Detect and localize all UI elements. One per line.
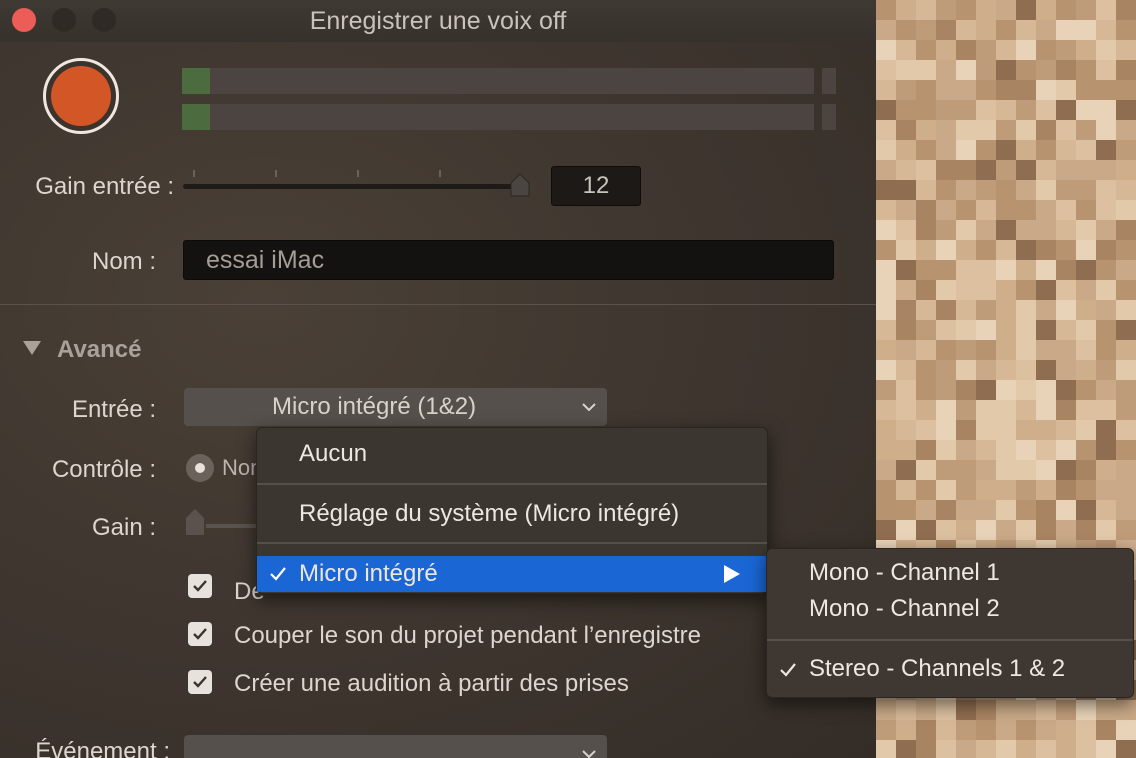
monitor-gain-thumb[interactable]	[184, 508, 206, 536]
name-label: Nom :	[91, 248, 156, 275]
peak-indicator-left	[822, 68, 836, 94]
monitor-label: Contrôle :	[51, 456, 156, 483]
monitor-gain-label: Gain :	[91, 514, 156, 541]
input-popup[interactable]: Micro intégré (1&2)	[184, 388, 607, 426]
submenu-arrow-icon	[724, 565, 740, 583]
submenu-item-stereo[interactable]: Stereo - Channels 1 & 2	[809, 655, 1065, 683]
input-label: Entrée :	[71, 396, 156, 423]
level-meter-left	[182, 68, 814, 94]
menu-separator	[257, 483, 767, 485]
record-icon	[51, 66, 111, 126]
gain-value-field[interactable]: 12	[551, 166, 641, 206]
checkbox-3[interactable]	[188, 670, 212, 694]
advanced-section-label[interactable]: Avancé	[57, 336, 142, 364]
checkbox-2[interactable]	[188, 622, 212, 646]
disclosure-triangle-icon[interactable]	[22, 340, 42, 356]
checkmark-icon	[780, 663, 796, 677]
checkbox-3-label: Créer une audition à partir des prises	[234, 670, 629, 697]
gain-slider-thumb[interactable]	[509, 173, 531, 197]
chevron-down-icon	[582, 750, 596, 758]
menu-separator	[257, 542, 767, 544]
chevron-down-icon	[582, 403, 596, 412]
checkbox-2-label: Couper le son du projet pendant l’enregi…	[234, 622, 701, 649]
checkbox-1[interactable]	[188, 574, 212, 598]
checkmark-icon	[193, 676, 207, 688]
menu-item-builtin-mic-label: Micro intégré	[299, 560, 438, 587]
submenu-item-mono-1[interactable]: Mono - Channel 1	[809, 559, 1000, 587]
divider	[0, 304, 876, 305]
slider-tick	[275, 170, 277, 177]
record-button[interactable]	[43, 58, 119, 134]
slider-tick	[193, 170, 195, 177]
peak-indicator-right	[822, 104, 836, 130]
checkmark-icon	[193, 628, 207, 640]
menu-item-builtin-mic[interactable]: Micro intégré	[257, 556, 767, 592]
monitor-radio[interactable]	[186, 454, 214, 482]
event-popup[interactable]	[184, 735, 607, 758]
voiceover-panel: Enregistrer une voix off Gain entrée : 1…	[0, 0, 876, 758]
slider-tick	[439, 170, 441, 177]
input-dropdown-menu: Aucun Réglage du système (Micro intégré)…	[256, 427, 768, 594]
checkmark-icon	[270, 567, 286, 581]
gain-label: Gain entrée :	[35, 173, 174, 200]
gain-slider-track[interactable]	[183, 184, 513, 189]
channel-submenu: Mono - Channel 1 Mono - Channel 2 Stereo…	[766, 548, 1134, 698]
menu-item-none[interactable]: Aucun	[299, 440, 367, 468]
window-title: Enregistrer une voix off	[309, 7, 567, 35]
event-label: Événement :	[35, 738, 170, 758]
level-meter-right	[182, 104, 814, 130]
slider-tick	[357, 170, 359, 177]
checkmark-icon	[193, 580, 207, 592]
input-popup-value: Micro intégré (1&2)	[272, 393, 477, 420]
name-input[interactable]: essai iMac	[183, 240, 834, 280]
submenu-item-mono-2[interactable]: Mono - Channel 2	[809, 595, 1000, 623]
title-bar: Enregistrer une voix off	[0, 0, 876, 42]
menu-separator	[767, 639, 1133, 641]
menu-item-system-setting[interactable]: Réglage du système (Micro intégré)	[299, 500, 679, 528]
